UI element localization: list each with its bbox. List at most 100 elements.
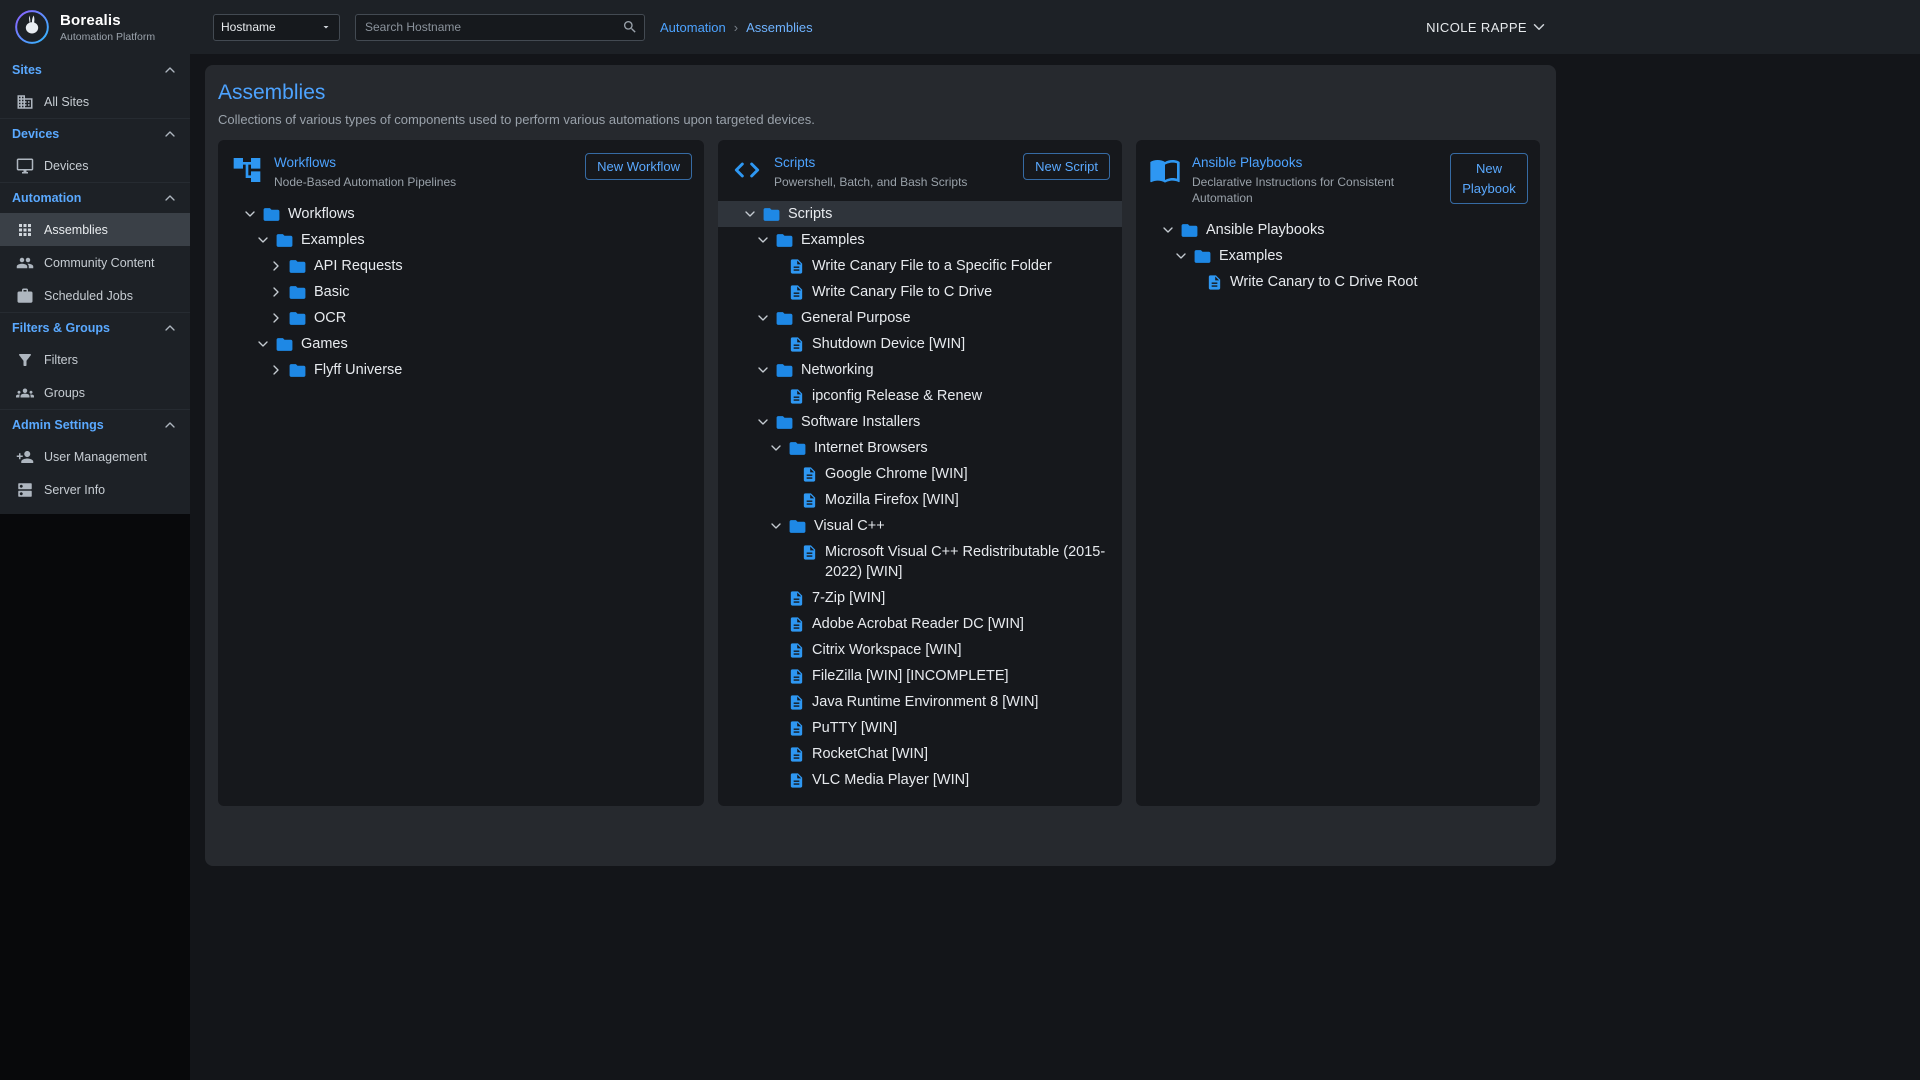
sidebar-item-groups[interactable]: Groups [0, 376, 190, 409]
chevron-down-icon[interactable] [253, 334, 273, 354]
playbooks-card: Ansible Playbooks Declarative Instructio… [1136, 140, 1540, 806]
expander-spacer [766, 334, 786, 354]
search-box [355, 14, 645, 41]
tree-file-java-runtime-environment-8-win[interactable]: Java Runtime Environment 8 [WIN] [718, 689, 1122, 715]
chevron-down-icon[interactable] [753, 360, 773, 380]
sidebar-item-assemblies[interactable]: Assemblies [0, 213, 190, 246]
chevron-down-icon[interactable] [766, 516, 786, 536]
sidebar-item-scheduled-jobs[interactable]: Scheduled Jobs [0, 279, 190, 312]
tree-folder-games[interactable]: Games [218, 331, 704, 357]
tree-folder-examples[interactable]: Examples [218, 227, 704, 253]
new-playbook-button[interactable]: New Playbook [1450, 153, 1528, 204]
search-input[interactable] [355, 14, 645, 41]
chevron-down-icon[interactable] [766, 438, 786, 458]
card-subtitle: Powershell, Batch, and Bash Scripts [774, 174, 1012, 190]
tree-folder-workflows[interactable]: Workflows [218, 201, 704, 227]
hostname-select[interactable]: Hostname [213, 14, 340, 41]
tree-file-7-zip-win[interactable]: 7-Zip [WIN] [718, 585, 1122, 611]
tree-file-putty-win[interactable]: PuTTY [WIN] [718, 715, 1122, 741]
tree-folder-ansible-playbooks[interactable]: Ansible Playbooks [1136, 217, 1540, 243]
user-menu[interactable]: NICOLE RAPPE [1426, 18, 1548, 36]
search-icon[interactable] [622, 19, 638, 35]
tree-folder-general-purpose[interactable]: General Purpose [718, 305, 1122, 331]
tree-folder-basic[interactable]: Basic [218, 279, 704, 305]
file-icon [788, 772, 805, 789]
chevron-right-icon[interactable] [266, 282, 286, 302]
sidebar-section-devices[interactable]: Devices [0, 118, 190, 149]
tree-folder-examples[interactable]: Examples [718, 227, 1122, 253]
breadcrumb-assemblies[interactable]: Assemblies [746, 20, 812, 35]
tree-folder-visual-c[interactable]: Visual C++ [718, 513, 1122, 539]
sidebar-section-automation[interactable]: Automation [0, 182, 190, 213]
sidebar-section-sites[interactable]: Sites [0, 54, 190, 85]
tree-label: FileZilla [WIN] [INCOMPLETE] [812, 666, 1009, 686]
folder-icon [775, 361, 794, 380]
tree-folder-software-installers[interactable]: Software Installers [718, 409, 1122, 435]
tree-file-adobe-acrobat-reader-dc-win[interactable]: Adobe Acrobat Reader DC [WIN] [718, 611, 1122, 637]
chevron-down-icon[interactable] [240, 204, 260, 224]
chevron-down-icon[interactable] [1158, 220, 1178, 240]
folder-icon [788, 439, 807, 458]
chevron-up-icon [162, 417, 178, 433]
chevron-right-icon[interactable] [266, 256, 286, 276]
expander-spacer [779, 464, 799, 484]
tree-file-citrix-workspace-win[interactable]: Citrix Workspace [WIN] [718, 637, 1122, 663]
new-script-button[interactable]: New Script [1023, 153, 1110, 180]
tree-file-rocketchat-win[interactable]: RocketChat [WIN] [718, 741, 1122, 767]
topbar-inner: Hostname Automation › Assemblies NICOLE … [205, 14, 1556, 41]
sidebar: Borealis Automation Platform Sites All Si… [0, 0, 190, 1080]
chevron-down-icon[interactable] [753, 308, 773, 328]
tree-file-ipconfig-release-renew[interactable]: ipconfig Release & Renew [718, 383, 1122, 409]
chevron-down-icon[interactable] [740, 204, 760, 224]
tree-folder-examples[interactable]: Examples [1136, 243, 1540, 269]
sidebar-section-admin-settings[interactable]: Admin Settings [0, 409, 190, 440]
playbooks-card-header: Ansible Playbooks Declarative Instructio… [1136, 140, 1540, 215]
sidebar-item-user-management[interactable]: User Management [0, 440, 190, 473]
sidebar-item-all-sites[interactable]: All Sites [0, 85, 190, 118]
tree-file-filezilla-win-incomplete[interactable]: FileZilla [WIN] [INCOMPLETE] [718, 663, 1122, 689]
tree-file-google-chrome-win[interactable]: Google Chrome [WIN] [718, 461, 1122, 487]
tree-file-write-canary-file-to-a-specific-folder[interactable]: Write Canary File to a Specific Folder [718, 253, 1122, 279]
tree-label: Visual C++ [814, 516, 885, 536]
expander-spacer [766, 386, 786, 406]
sidebar-section-filters-groups[interactable]: Filters & Groups [0, 312, 190, 343]
chevron-down-icon[interactable] [1171, 246, 1191, 266]
tree-folder-networking[interactable]: Networking [718, 357, 1122, 383]
file-icon [801, 466, 818, 483]
tree-file-microsoft-visual-c-redistributable-2015-2022-win[interactable]: Microsoft Visual C++ Redistributable (20… [718, 539, 1122, 585]
tree-label: OCR [314, 308, 346, 328]
sidebar-item-devices[interactable]: Devices [0, 149, 190, 182]
workflows-card-titles: Workflows Node-Based Automation Pipeline… [274, 153, 574, 190]
card-subtitle: Declarative Instructions for Consistent … [1192, 174, 1439, 206]
expander-spacer [1184, 272, 1204, 292]
chevron-down-icon[interactable] [253, 230, 273, 250]
chevron-down-icon[interactable] [753, 230, 773, 250]
breadcrumb-automation[interactable]: Automation [660, 20, 726, 35]
chevron-right-icon[interactable] [266, 360, 286, 380]
app-logo[interactable]: Borealis Automation Platform [0, 0, 190, 54]
sidebar-item-community-content[interactable]: Community Content [0, 246, 190, 279]
tree-file-vlc-media-player-win[interactable]: VLC Media Player [WIN] [718, 767, 1122, 793]
sidebar-item-label: User Management [44, 450, 147, 464]
tree-folder-flyff-universe[interactable]: Flyff Universe [218, 357, 704, 383]
chevron-down-icon[interactable] [753, 412, 773, 432]
logo-text: Borealis Automation Platform [60, 12, 155, 43]
folder-icon [788, 517, 807, 536]
tree-file-write-canary-to-c-drive-root[interactable]: Write Canary to C Drive Root [1136, 269, 1540, 295]
topbar: Hostname Automation › Assemblies NICOLE … [190, 0, 1920, 54]
sidebar-item-label: Devices [44, 159, 88, 173]
tree-folder-api-requests[interactable]: API Requests [218, 253, 704, 279]
user-name: NICOLE RAPPE [1426, 20, 1527, 35]
tree-folder-internet-browsers[interactable]: Internet Browsers [718, 435, 1122, 461]
tree-file-shutdown-device-win[interactable]: Shutdown Device [WIN] [718, 331, 1122, 357]
chevron-right-icon[interactable] [266, 308, 286, 328]
sidebar-item-server-info[interactable]: Server Info [0, 473, 190, 506]
tree-label: Microsoft Visual C++ Redistributable (20… [825, 542, 1112, 582]
tree-folder-scripts[interactable]: Scripts [718, 201, 1122, 227]
sidebar-item-filters[interactable]: Filters [0, 343, 190, 376]
new-workflow-button[interactable]: New Workflow [585, 153, 692, 180]
tree-folder-ocr[interactable]: OCR [218, 305, 704, 331]
tree-file-mozilla-firefox-win[interactable]: Mozilla Firefox [WIN] [718, 487, 1122, 513]
sidebar-item-label: All Sites [44, 95, 89, 109]
tree-file-write-canary-file-to-c-drive[interactable]: Write Canary File to C Drive [718, 279, 1122, 305]
